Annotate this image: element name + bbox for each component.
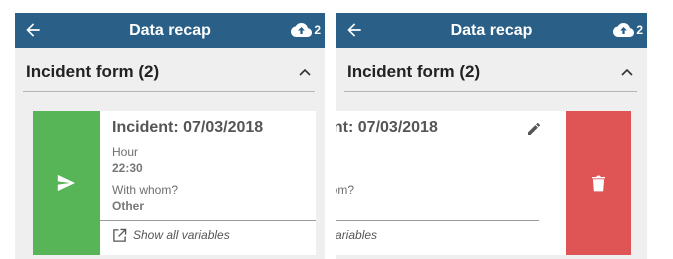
field-value-hour: 22:30 — [112, 161, 143, 175]
field-label-with-whom: With whom? — [112, 183, 179, 197]
sync-count-badge: 2 — [314, 23, 321, 37]
cloud-upload-icon — [613, 23, 635, 37]
section-title: Incident form (2) — [347, 62, 481, 81]
cloud-upload-icon — [291, 23, 313, 37]
trash-icon — [592, 175, 605, 192]
record-card[interactable]: Incident: 07/03/2018 Hour 22:30 With who… — [100, 111, 316, 255]
delete-action-button[interactable] — [566, 111, 631, 255]
field-label-with-whom: hom? — [336, 183, 355, 197]
section-title: Incident form (2) — [26, 62, 160, 81]
sync-count-badge: 2 — [636, 23, 643, 37]
section-divider — [23, 91, 315, 92]
record-row: Incident: 07/03/2018 Hour 22:30 With who… — [33, 111, 316, 255]
record-title: ent: 07/03/2018 — [336, 119, 438, 136]
top-app-bar: Data recap 2 — [15, 13, 325, 48]
show-all-variables-label: ow all variables — [336, 228, 378, 242]
show-all-variables-label: Show all variables — [133, 228, 230, 242]
section-header[interactable]: Incident form (2) — [15, 48, 325, 91]
record-card[interactable]: ent: 07/03/2018 hom? ow all variables — [336, 111, 566, 255]
content-area: Incident form (2) ent: 07/03/2018 hom? — [336, 48, 647, 259]
field-value-with-whom: Other — [112, 199, 145, 213]
content-area: Incident form (2) Incident: 07/03/2018 H… — [15, 48, 325, 259]
page-title: Data recap — [450, 22, 533, 39]
card-divider — [336, 220, 539, 221]
record-title: Incident: 07/03/2018 — [112, 119, 264, 136]
top-app-bar: Data recap 2 — [336, 13, 647, 48]
record-row: ent: 07/03/2018 hom? ow all variables — [336, 111, 631, 255]
page-title: Data recap — [129, 22, 211, 39]
show-all-variables-link[interactable]: Show all variables — [112, 224, 230, 246]
pencil-icon[interactable] — [526, 121, 542, 137]
open-in-new-icon — [113, 228, 127, 242]
chevron-up-icon[interactable] — [299, 68, 311, 76]
send-action-button[interactable] — [33, 111, 100, 255]
screen-swipe-send: Data recap 2 Incident form (2) Incident:… — [15, 13, 325, 259]
chevron-up-icon[interactable] — [621, 68, 633, 76]
show-all-variables-link[interactable]: ow all variables — [336, 224, 377, 246]
sync-button[interactable]: 2 — [613, 19, 643, 41]
sync-button[interactable]: 2 — [291, 19, 321, 41]
send-icon — [57, 174, 75, 192]
section-divider — [344, 91, 637, 92]
card-divider — [100, 220, 316, 221]
screen-swipe-delete: Data recap 2 Incident form (2) ent: 07/0… — [336, 13, 647, 259]
section-header[interactable]: Incident form (2) — [336, 48, 647, 91]
field-label-hour: Hour — [112, 145, 139, 159]
